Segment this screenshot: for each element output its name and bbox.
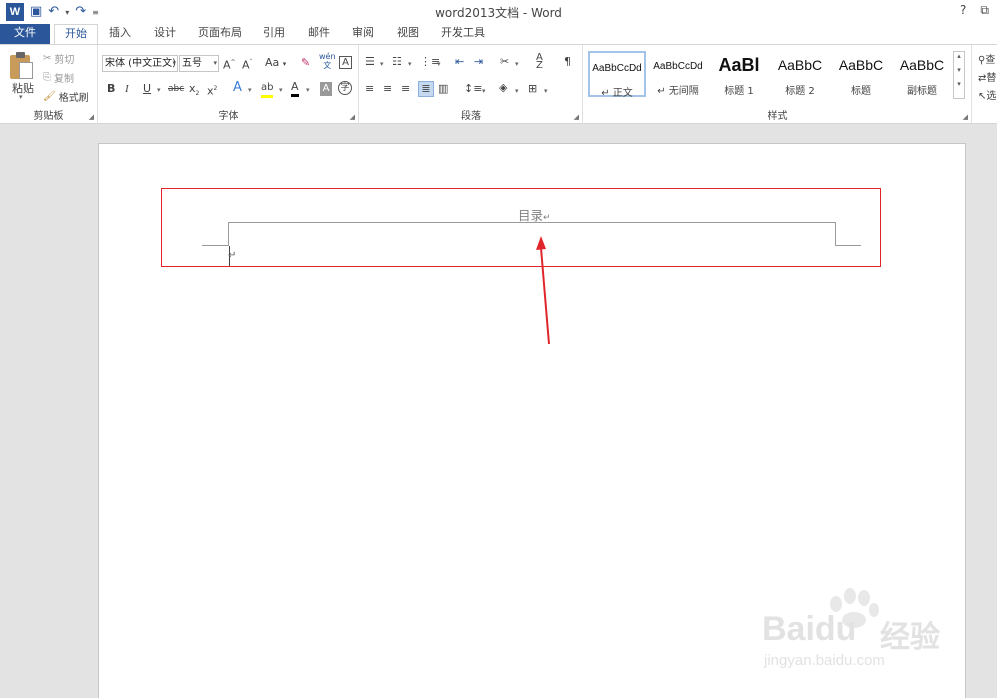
watermark-brand: Baidu [762,610,857,648]
baidu-jingyan-watermark: Baidu 经验 jingyan.baidu.com [762,588,952,678]
watermark-brand-cn: 经验 [880,621,940,654]
watermark-url: jingyan.baidu.com [764,652,885,669]
